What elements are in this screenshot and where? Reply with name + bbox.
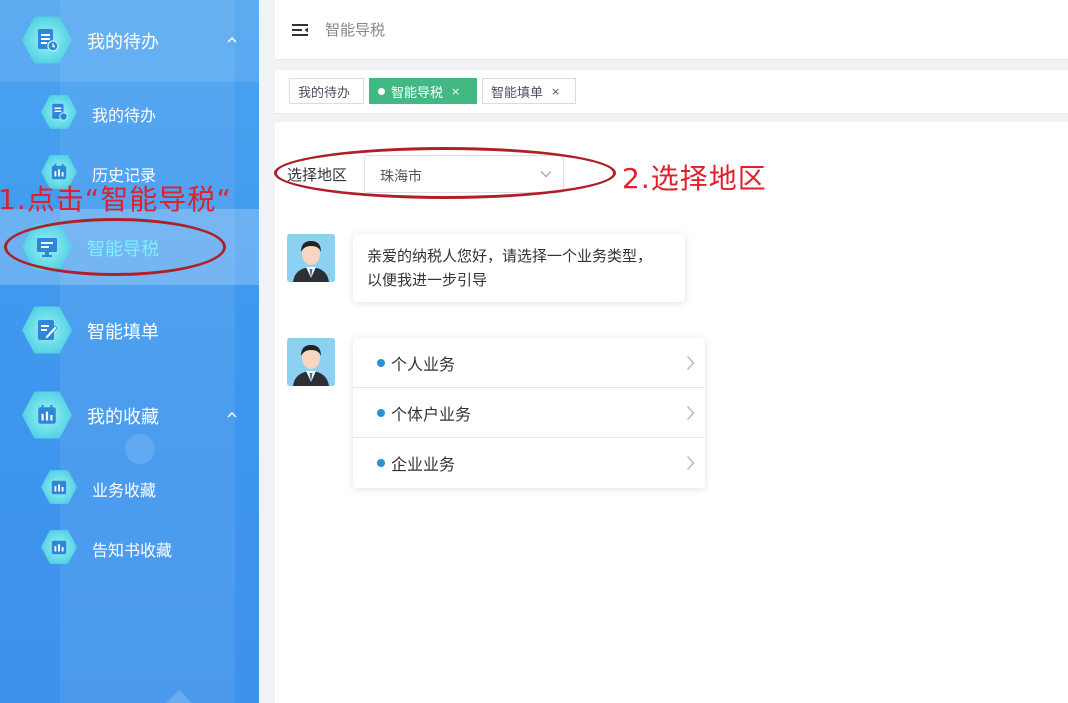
business-type-menu: 个人业务 个体户业务 企业业务: [353, 338, 705, 488]
tab-label: 智能导税: [391, 85, 444, 101]
task-doc-icon: [22, 16, 72, 64]
sidebar-item-label: 我的待办: [87, 32, 159, 53]
annotation-step-1: 1.点击“智能导税“: [0, 183, 232, 216]
sidebar-subitem-business-favorites[interactable]: 业务收藏: [0, 467, 259, 507]
sidebar-item-label: 我的待办: [92, 106, 157, 125]
chevron-right-icon: [686, 405, 695, 421]
business-option-label: 个体户业务: [391, 404, 472, 424]
close-icon[interactable]: ×: [451, 85, 460, 98]
bullet-dot-icon: [377, 459, 385, 467]
business-option-personal[interactable]: 个人业务: [353, 338, 705, 388]
annotation-ellipse-step-2: [274, 147, 616, 199]
avatar: [287, 338, 335, 386]
tab-label: 我的待办: [298, 85, 351, 101]
avatar: [287, 234, 335, 282]
tabs-bar: 我的待办 智能导税 × 智能填单 ×: [275, 70, 1068, 114]
close-icon[interactable]: ×: [551, 85, 560, 98]
calendar-icon: [41, 530, 77, 564]
annotation-step-2: 2.选择地区: [622, 162, 767, 195]
business-option-enterprise[interactable]: 企业业务: [353, 438, 705, 488]
edit-form-icon: [22, 306, 72, 354]
chevron-right-icon: [686, 355, 695, 371]
sidebar-item-label: 业务收藏: [92, 481, 157, 500]
greeting-message: 亲爱的纳税人您好，请选择一个业务类型， 以便我进一步引导: [353, 234, 685, 302]
tab-label: 智能填单: [491, 85, 544, 101]
sidebar-decoration-triangle: [166, 690, 192, 703]
greeting-line: 亲爱的纳税人您好，请选择一个业务类型，: [367, 247, 653, 265]
tab-my-todo[interactable]: 我的待办: [289, 78, 364, 104]
chevron-right-icon: [686, 455, 695, 471]
active-dot-icon: [378, 87, 385, 95]
bullet-dot-icon: [377, 358, 385, 367]
sidebar-item-my-todo[interactable]: 我的待办: [0, 15, 259, 65]
sidebar-subitem-notice-favorites[interactable]: 告知书收藏: [0, 527, 259, 567]
sidebar: 我的待办 我的待办 历史记录 智能导税 智能填单 我的收藏 业务收藏 告知书收藏: [0, 0, 259, 703]
business-option-label: 企业业务: [391, 455, 456, 474]
top-header: 智能导税: [275, 0, 1068, 60]
greeting-line: 以便我进一步引导: [367, 271, 488, 289]
task-doc-icon: [41, 95, 77, 129]
sidebar-subitem-my-todo[interactable]: 我的待办: [0, 92, 259, 132]
sidebar-item-smart-form[interactable]: 智能填单: [0, 305, 259, 355]
business-option-individual-household[interactable]: 个体户业务: [353, 388, 705, 438]
menu-fold-icon[interactable]: [292, 23, 308, 37]
bullet-dot-icon: [377, 408, 385, 417]
annotation-ellipse-step-1: [4, 218, 226, 276]
tab-smart-form[interactable]: 智能填单 ×: [482, 78, 576, 104]
main-content: 选择地区 珠海市 亲爱的纳税人您好，请选择一个业务类型， 以便我进一步引导 个人…: [275, 122, 1068, 703]
tab-smart-tax-guide[interactable]: 智能导税 ×: [369, 78, 477, 104]
sidebar-item-label: 我的收藏: [87, 407, 159, 428]
chevron-up-icon[interactable]: [225, 410, 239, 420]
chevron-up-icon[interactable]: [225, 35, 239, 45]
calendar-icon: [22, 391, 72, 439]
sidebar-item-my-favorites[interactable]: 我的收藏: [0, 390, 259, 440]
calendar-icon: [41, 470, 77, 504]
breadcrumb: 智能导税: [325, 21, 386, 39]
business-option-label: 个人业务: [391, 354, 456, 374]
sidebar-item-label: 告知书收藏: [92, 541, 173, 560]
sidebar-item-label: 智能填单: [87, 322, 159, 343]
